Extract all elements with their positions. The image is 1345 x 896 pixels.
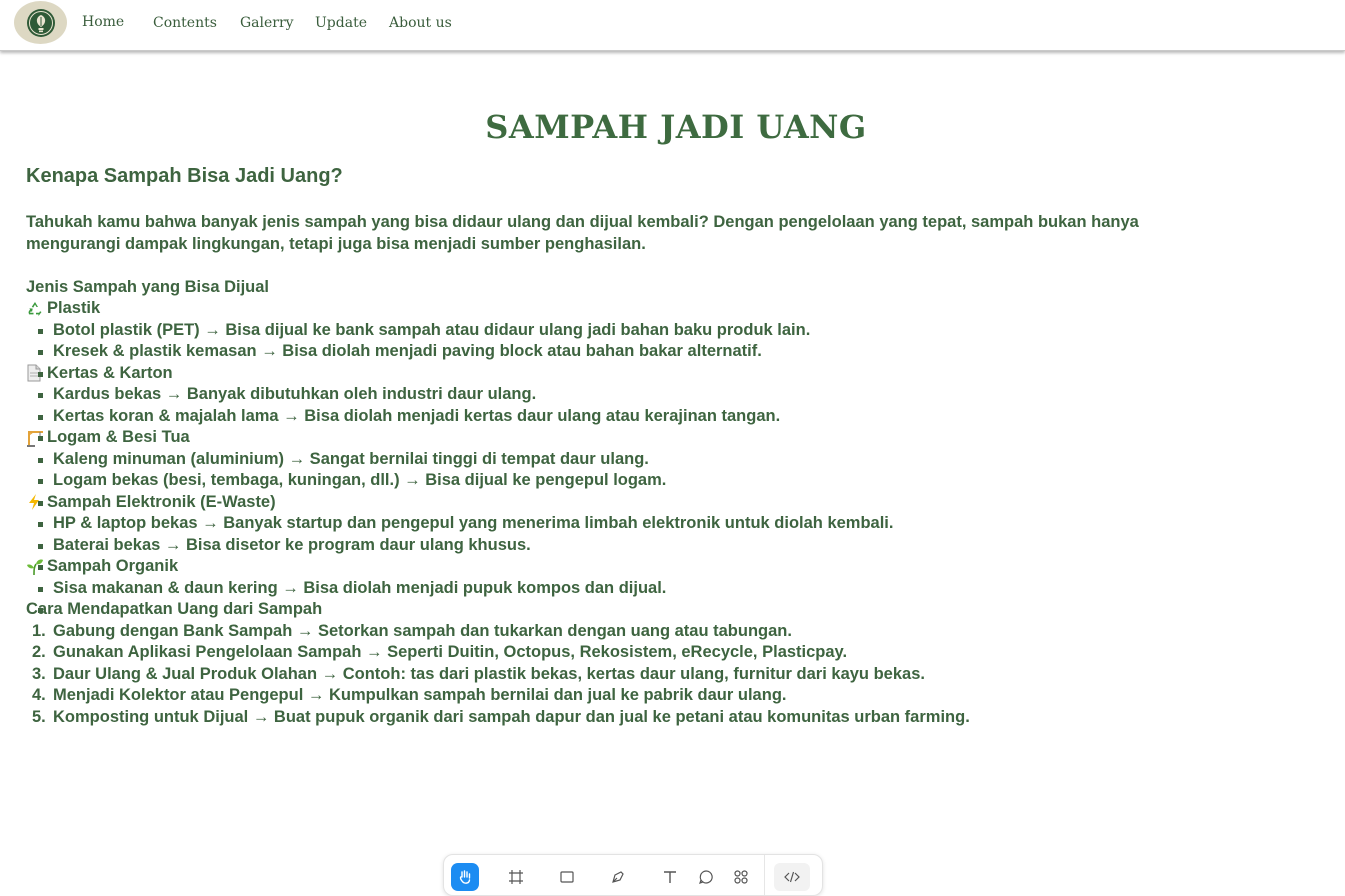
jenis-heading: Jenis Sampah yang Bisa Dijual bbox=[26, 277, 270, 296]
page-title: SAMPAH JADI UANG bbox=[485, 108, 867, 146]
list-item: Kertas koran & majalah lama → Bisa diola… bbox=[26, 406, 1326, 428]
rectangle-tool-button[interactable] bbox=[553, 863, 581, 891]
cara-heading: Cara Mendapatkan Uang dari Sampah bbox=[26, 600, 323, 618]
hand-tool-icon bbox=[459, 870, 471, 884]
list-item: Logam bekas (besi, tembaga, kuningan, dl… bbox=[26, 470, 1326, 492]
step-text: Komposting untuk Dijual → Buat pupuk org… bbox=[53, 707, 970, 726]
nav-link-home[interactable]: Home bbox=[82, 14, 124, 30]
list-number: 3. bbox=[32, 664, 46, 683]
seedling-icon bbox=[26, 558, 47, 576]
text-tool-button[interactable] bbox=[656, 863, 684, 891]
category-kertas: Kertas & Karton bbox=[26, 363, 1326, 385]
comment-tool-button[interactable] bbox=[692, 863, 720, 891]
list-item: 1. Gabung dengan Bank Sampah → Setorkan s… bbox=[26, 621, 1326, 643]
components-tool-button[interactable] bbox=[727, 863, 755, 891]
components-tool-icon bbox=[734, 870, 748, 884]
text-tool-icon bbox=[664, 871, 676, 883]
nav-link-update[interactable]: Update bbox=[315, 15, 367, 31]
list-item: 3. Daur Ulang & Jual Produk Olahan → Cont… bbox=[26, 664, 1326, 686]
list-item: Sisa makanan & daun kering → Bisa diolah… bbox=[26, 578, 1326, 600]
category-elektronik: Sampah Elektronik (E-Waste) bbox=[26, 492, 1326, 514]
logam-list: Kaleng minuman (aluminium) → Sangat bern… bbox=[26, 449, 1326, 506]
category-title: Sampah Organik bbox=[47, 557, 179, 575]
category-title: Plastik bbox=[47, 299, 101, 317]
leaf-bulb-logo-icon bbox=[26, 8, 55, 37]
list-item: HP & laptop bekas → Banyak startup dan p… bbox=[26, 513, 1326, 535]
hand-tool-button[interactable] bbox=[451, 863, 479, 891]
nav-link-galerry[interactable]: Galerry bbox=[240, 15, 294, 31]
editor-toolbar bbox=[443, 854, 823, 896]
kertas-list: Kardus bekas → Banyak dibutuhkan oleh in… bbox=[26, 384, 1326, 441]
intro-paragraph: Tahukah kamu bahwa banyak jenis sampah y… bbox=[26, 213, 1139, 253]
top-navbar: Home Contents Galerry Update About us bbox=[0, 0, 1345, 51]
step-text: Daur Ulang & Jual Produk Olahan → Contoh… bbox=[53, 664, 925, 683]
list-item: 2. Gunakan Aplikasi Pengelolaan Sampah → … bbox=[26, 642, 1326, 664]
section-heading: Kenapa Sampah Bisa Jadi Uang? bbox=[26, 165, 343, 187]
pen-tool-icon bbox=[612, 871, 624, 883]
category-title: Kertas & Karton bbox=[47, 363, 173, 382]
category-organik: Sampah Organik bbox=[26, 556, 1326, 578]
list-number: 1. bbox=[32, 621, 46, 640]
nav-link-about-us[interactable]: About us bbox=[389, 15, 452, 31]
elektronik-list: HP & laptop bekas → Banyak startup dan p… bbox=[26, 513, 1326, 570]
lightning-icon bbox=[26, 493, 47, 511]
list-item: Baterai bekas → Bisa disetor ke program … bbox=[26, 535, 1326, 557]
organik-list: Sisa makanan & daun kering → Bisa diolah… bbox=[26, 578, 1326, 613]
list-item: Kaleng minuman (aluminium) → Sangat bern… bbox=[26, 449, 1326, 471]
frame-tool-icon bbox=[509, 870, 523, 884]
plastik-list: Botol plastik (PET) → Bisa dijual ke ban… bbox=[26, 320, 1326, 377]
code-view-icon bbox=[784, 871, 800, 883]
category-title: Logam & Besi Tua bbox=[47, 428, 190, 446]
list-item: Kresek & plastik kemasan → Bisa diolah m… bbox=[26, 341, 1326, 363]
logo[interactable] bbox=[14, 1, 67, 44]
frame-tool-button[interactable] bbox=[502, 863, 530, 891]
step-text: Menjadi Kolektor atau Pengepul → Kumpulk… bbox=[53, 686, 787, 704]
step-text: Gunakan Aplikasi Pengelolaan Sampah → Se… bbox=[53, 643, 848, 661]
comment-tool-icon bbox=[699, 870, 713, 884]
nav-link-contents[interactable]: Contents bbox=[153, 15, 217, 31]
step-text: Gabung dengan Bank Sampah → Setorkan sam… bbox=[53, 621, 792, 640]
list-number: 5. bbox=[32, 707, 46, 726]
toolbar-divider bbox=[764, 855, 765, 895]
rectangle-tool-icon bbox=[560, 871, 574, 883]
main-content: SAMPAH JADI UANG Kenapa Sampah Bisa Jadi… bbox=[26, 106, 1326, 728]
page-icon bbox=[26, 364, 47, 382]
list-item: 4. Menjadi Kolektor atau Pengepul → Kumpu… bbox=[26, 685, 1326, 707]
list-item: Botol plastik (PET) → Bisa dijual ke ban… bbox=[26, 320, 1326, 342]
crane-icon bbox=[26, 429, 47, 447]
category-logam: Logam & Besi Tua bbox=[26, 427, 1326, 449]
list-item: 5. Komposting untuk Dijual → Buat pupuk o… bbox=[26, 707, 1326, 729]
category-plastik: Plastik bbox=[26, 298, 1326, 320]
category-title: Sampah Elektronik (E-Waste) bbox=[47, 492, 276, 511]
recycle-icon bbox=[26, 300, 47, 318]
code-view-button[interactable] bbox=[774, 863, 810, 891]
pen-tool-button[interactable] bbox=[604, 863, 632, 891]
list-number: 2. bbox=[32, 643, 46, 661]
list-item: Kardus bekas → Banyak dibutuhkan oleh in… bbox=[26, 384, 1326, 406]
cara-list: 1. Gabung dengan Bank Sampah → Setorkan s… bbox=[26, 621, 1326, 729]
list-number: 4. bbox=[32, 686, 46, 704]
